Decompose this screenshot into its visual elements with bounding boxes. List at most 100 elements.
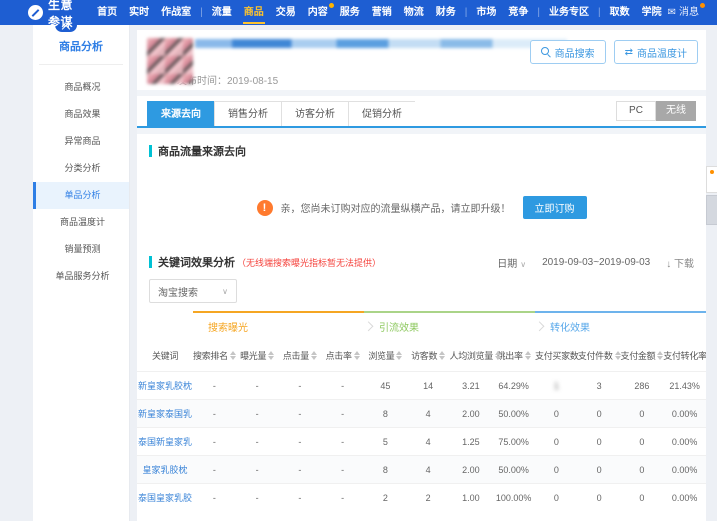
channel-select[interactable]: 淘宝搜索 ∨ <box>149 279 237 303</box>
cell-pay-conversion: 0.00% <box>671 464 698 475</box>
keyword-link[interactable]: 新皇家乳胶枕 <box>138 381 192 391</box>
analysis-tab[interactable]: 促销分析 <box>348 101 415 126</box>
nav-item[interactable] <box>197 0 206 25</box>
nav-item[interactable]: 财务 <box>430 0 462 25</box>
nav-item[interactable]: 实时 <box>123 0 155 25</box>
column-header-label: 支付买家数 <box>535 351 579 361</box>
nav-item[interactable]: 内容 <box>302 0 334 25</box>
cell-avg-views: 1.00 <box>462 492 480 503</box>
cell-pay-amount: 0 <box>639 436 645 447</box>
nav-item[interactable]: 物流 <box>398 0 430 25</box>
nav-item[interactable] <box>534 0 543 25</box>
cell-visitors: 4 <box>425 436 431 447</box>
nav-item[interactable]: 流量 <box>206 0 238 25</box>
sidebar-item[interactable]: 异常商品 <box>33 128 129 155</box>
cell-visitors: 2 <box>425 492 431 503</box>
download-button[interactable]: ↓ 下载 <box>666 255 694 270</box>
brand-logo[interactable]: 生意参谋 <box>28 0 77 30</box>
cell-visitors: 4 <box>425 464 431 475</box>
device-toggle-option[interactable]: 无线 <box>656 101 696 121</box>
column-header[interactable]: 支付买家数 <box>535 340 579 372</box>
sidebar-item[interactable]: 单品分析 <box>33 182 129 209</box>
sidebar-item[interactable]: 商品效果 <box>33 101 129 128</box>
cell-avg-views: 2.00 <box>462 464 480 475</box>
product-thermometer-button[interactable]: ⇄ 商品温度计 <box>613 40 698 64</box>
nav-item[interactable]: 商品 <box>238 0 270 25</box>
upgrade-notice-text: 亲，您尚未订购对应的流量纵横产品，请立即升级！ <box>280 204 511 215</box>
nav-item[interactable]: 作战室 <box>155 0 197 25</box>
sidebar-item[interactable]: 销量预测 <box>33 236 129 263</box>
date-dropdown[interactable]: 日期 ∨ <box>497 255 526 270</box>
warning-icon: ! <box>256 199 273 216</box>
cell-avg-views: 1.25 <box>462 436 480 447</box>
column-header[interactable]: 曝光量 <box>236 340 279 372</box>
sidebar-item[interactable]: 商品温度计 <box>33 209 129 236</box>
product-search-button[interactable]: 商品搜索 <box>529 40 606 64</box>
analysis-tab[interactable]: 来源去向 <box>147 101 214 126</box>
analysis-tab[interactable]: 销售分析 <box>214 101 281 126</box>
brand-name: 生意参谋 <box>48 0 74 29</box>
nav-item-label: 取数 <box>609 7 630 18</box>
keyword-link[interactable]: 皇家乳胶枕 <box>142 465 187 475</box>
nav-item[interactable]: 营销 <box>366 0 398 25</box>
messages-button[interactable]: ✉ 消息 <box>668 0 707 25</box>
nav-item[interactable]: 首页 <box>91 0 123 25</box>
section-accent-bar <box>149 256 152 268</box>
keyword-section-note: （无线端搜索曝光指标暂无法提供） <box>237 257 382 268</box>
column-header[interactable]: 关键词 <box>137 340 193 372</box>
column-header[interactable]: 搜索排名 <box>193 340 236 372</box>
nav-item[interactable]: 服务 <box>334 0 366 25</box>
sort-icon <box>268 351 275 360</box>
column-header[interactable]: 支付转化率 <box>663 340 706 372</box>
keyword-link[interactable]: 泰国皇家乳胶 <box>138 493 192 503</box>
sidebar-item[interactable]: 单品服务分析 <box>33 263 129 290</box>
column-header-label: 人均浏览量 <box>449 351 494 361</box>
feedback-tab[interactable] <box>706 195 717 225</box>
nav-item[interactable]: 市场 <box>470 0 502 25</box>
group-header-search-exposure: 搜索曝光 <box>193 311 364 340</box>
nav-item[interactable]: 取数 <box>604 0 636 25</box>
sort-icon <box>310 351 317 360</box>
device-toggle: PC 无线 <box>616 101 696 121</box>
cell-ctr: - <box>341 380 345 391</box>
table-row: 泰国新皇家乳 - - - - 5 4 1.25 75.00% 0 0 0 0.0… <box>137 427 706 456</box>
cell-pay-items: 0 <box>596 408 602 419</box>
nav-item-label: 流量 <box>211 7 232 18</box>
nav-item[interactable]: 交易 <box>270 0 302 25</box>
table-row: 新皇家泰国乳 - - - - 8 4 2.00 50.00% 0 0 0 0.0… <box>137 399 706 428</box>
sort-icon <box>657 351 664 360</box>
group-header-conversion-effect: 转化效果 <box>535 311 706 340</box>
analysis-tab[interactable]: 访客分析 <box>281 101 348 126</box>
nav-item[interactable] <box>462 0 471 25</box>
sidebar-section-title: 商品分析 <box>59 41 103 53</box>
column-header[interactable]: 浏览量 <box>364 340 407 372</box>
keyword-link[interactable]: 新皇家泰国乳 <box>138 409 192 419</box>
cell-bounce-rate: 64.29% <box>498 380 529 391</box>
nav-item-label: 作战室 <box>161 7 192 18</box>
column-header[interactable]: 点击量 <box>279 340 322 372</box>
cell-ctr: - <box>341 464 345 475</box>
keyword-link[interactable]: 泰国新皇家乳 <box>138 437 192 447</box>
column-header[interactable]: 人均浏览量 <box>449 340 502 372</box>
nav-item-label: 学院 <box>641 7 662 18</box>
column-header[interactable]: 访客数 <box>407 340 450 372</box>
nav-item[interactable] <box>595 0 604 25</box>
flow-section-header: 商品流量来源去向 <box>137 134 706 164</box>
analysis-tabs: 来源去向 销售分析 访客分析 促销分析 PC 无线 <box>137 96 706 128</box>
nav-item-label: 内容 <box>307 7 328 18</box>
nav-item[interactable]: 学院 <box>636 0 668 25</box>
sidebar-item[interactable]: 商品概况 <box>33 74 129 101</box>
cell-pay-buyers: 0 <box>553 408 559 419</box>
sidebar-item[interactable]: 分类分析 <box>33 155 129 182</box>
column-header[interactable]: 支付件数 <box>578 340 621 372</box>
order-now-button[interactable]: 立即订购 <box>522 196 587 219</box>
cell-pay-conversion: 21.43% <box>669 380 700 391</box>
chevron-down-icon: ∨ <box>520 259 527 269</box>
column-header[interactable]: 支付金额 <box>621 340 664 372</box>
product-thermometer-label: 商品温度计 <box>637 48 687 60</box>
column-header[interactable]: 点击率 <box>321 340 364 372</box>
nav-item[interactable]: 业务专区 <box>543 0 595 25</box>
nav-item[interactable]: 竞争 <box>502 0 534 25</box>
device-toggle-option[interactable]: PC <box>616 101 656 121</box>
survey-tab[interactable] <box>706 166 717 193</box>
